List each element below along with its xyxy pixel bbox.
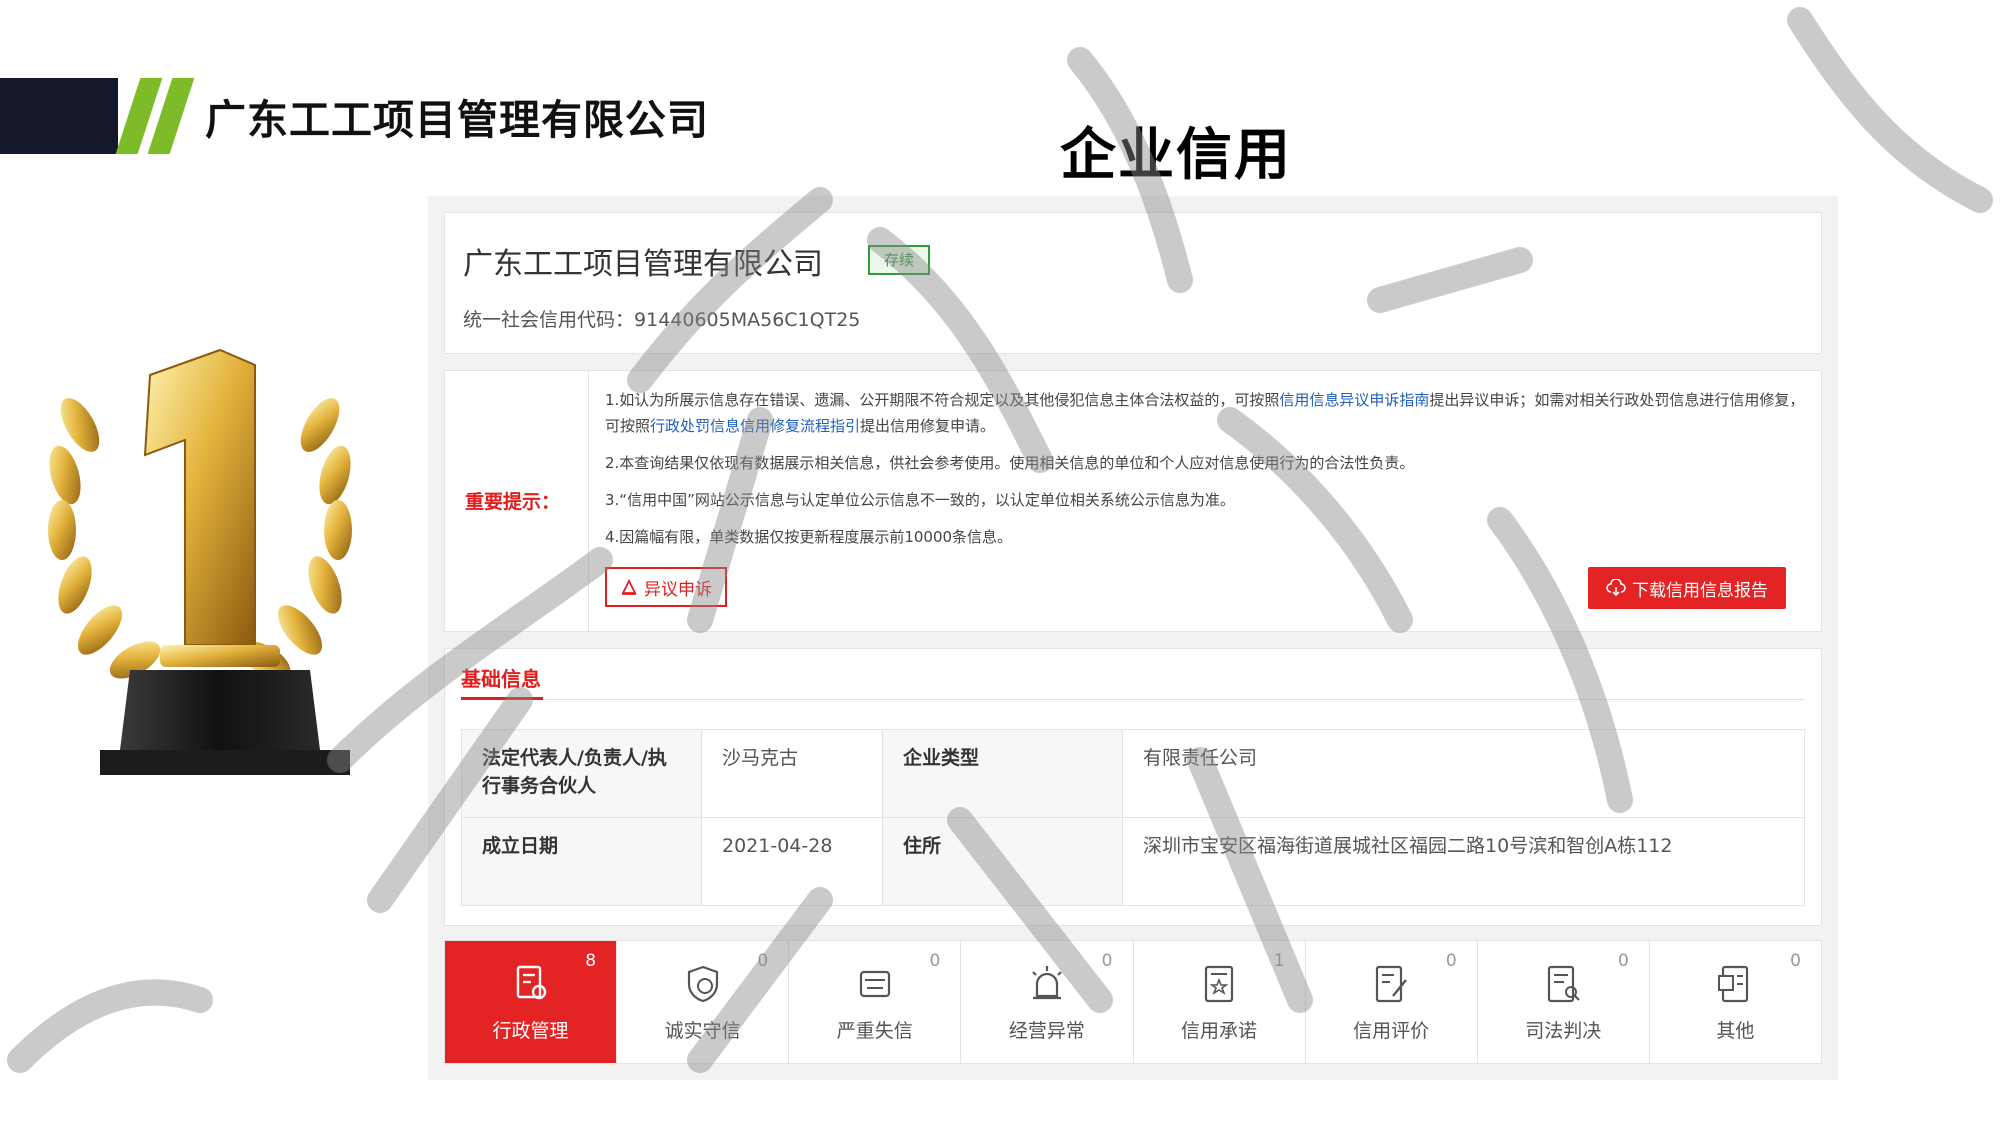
founded-date-value: 2021-04-28 bbox=[700, 817, 884, 906]
trophy-icon bbox=[48, 348, 352, 775]
notice-line-4: 4.因篇幅有限，单类数据仅按更新程度展示前10000条信息。 bbox=[605, 528, 1013, 546]
tab-other[interactable]: 0 其他 bbox=[1650, 941, 1821, 1063]
tab-honest[interactable]: 0 诚实守信 bbox=[617, 941, 790, 1063]
shield-credit-icon bbox=[687, 965, 718, 1002]
page-title: 企业信用 bbox=[1060, 123, 1292, 188]
legal-rep-value: 沙马克古 bbox=[700, 729, 884, 818]
credit-code-label: 统一社会信用代码： bbox=[463, 309, 635, 331]
tab-label: 诚实守信 bbox=[664, 1019, 741, 1042]
header-company-name: 广东工工项目管理有限公司 bbox=[205, 96, 709, 144]
tab-evaluation[interactable]: 0 信用评价 bbox=[1306, 941, 1478, 1063]
admin-doc-icon bbox=[516, 965, 546, 999]
tab-count: 0 bbox=[1618, 951, 1629, 971]
promise-doc-icon bbox=[1204, 965, 1234, 1002]
tab-dishonest[interactable]: 0 严重失信 bbox=[789, 941, 962, 1063]
cloud-download-icon bbox=[1606, 579, 1626, 597]
tab-count: 0 bbox=[1445, 951, 1457, 971]
credit-category-tabs: 8 行政管理 0 诚实守信 0 严重失信 0 经营异常 1 信用承诺 0 信用评… bbox=[444, 940, 1822, 1064]
address-value: 深圳市宝安区福海街道展城社区福园二路10号滨和智创A栋112 bbox=[1122, 817, 1805, 906]
founded-date-key: 成立日期 bbox=[461, 817, 702, 906]
table-row: 法定代表人/负责人/执行事务合伙人 沙马克古 企业类型 有限责任公司 bbox=[461, 729, 1805, 818]
appeal-button[interactable]: 异议申诉 bbox=[605, 567, 727, 607]
tab-count: 1 bbox=[1273, 951, 1285, 971]
basic-info-table: 法定代表人/负责人/执行事务合伙人 沙马克古 企业类型 有限责任公司 成立日期 … bbox=[461, 729, 1805, 906]
notice-line-1: 1.如认为所展示信息存在错误、遗漏、公开期限不符合规定以及其他侵犯信息主体合法权… bbox=[605, 387, 1805, 439]
notice-line-1-text-a: 1.如认为所展示信息存在错误、遗漏、公开期限不符合规定以及其他侵犯信息主体合法权… bbox=[605, 391, 1280, 409]
tab-label: 信用承诺 bbox=[1181, 1019, 1258, 1042]
tab-label: 其他 bbox=[1716, 1019, 1755, 1042]
download-button-label: 下载信用信息报告 bbox=[1632, 580, 1768, 601]
appeal-guide-link[interactable]: 信用信息异议申诉指南 bbox=[1279, 391, 1429, 409]
other-doc-icon bbox=[1718, 965, 1749, 1002]
tab-label: 经营异常 bbox=[1008, 1019, 1085, 1042]
tab-judgment[interactable]: 0 司法判决 bbox=[1478, 941, 1650, 1063]
credit-panel: 广东工工项目管理有限公司 存续 统一社会信用代码：91440605MA56C1Q… bbox=[428, 196, 1838, 1080]
tab-count: 0 bbox=[1790, 951, 1801, 971]
notice-line-3: 3.“信用中国”网站公示信息与认定单位公示信息不一致的，以认定单位相关系统公示信… bbox=[605, 491, 1235, 509]
tab-label: 严重失信 bbox=[836, 1019, 913, 1042]
tab-count: 0 bbox=[929, 951, 941, 971]
tab-abnormal[interactable]: 0 经营异常 bbox=[961, 941, 1134, 1063]
status-badge: 存续 bbox=[868, 245, 930, 275]
brand-bar bbox=[0, 78, 118, 154]
tab-label: 司法判决 bbox=[1525, 1019, 1602, 1042]
company-type-key: 企业类型 bbox=[882, 729, 1124, 818]
dishonest-icon bbox=[859, 970, 890, 997]
section-rule bbox=[461, 699, 1805, 700]
notice-card: 重要提示： 1.如认为所展示信息存在错误、遗漏、公开期限不符合规定以及其他侵犯信… bbox=[444, 370, 1822, 632]
company-header-card: 广东工工项目管理有限公司 存续 统一社会信用代码：91440605MA56C1Q… bbox=[444, 212, 1822, 354]
corp-name: 广东工工项目管理有限公司 bbox=[463, 247, 823, 282]
credit-code: 统一社会信用代码：91440605MA56C1QT25 bbox=[463, 305, 860, 332]
tab-label: 信用评价 bbox=[1353, 1019, 1430, 1042]
basic-info-card: 基础信息 法定代表人/负责人/执行事务合伙人 沙马克古 企业类型 有限责任公司 … bbox=[444, 648, 1822, 926]
tab-count: 8 bbox=[585, 951, 597, 971]
tab-count: 0 bbox=[757, 951, 769, 971]
judgment-icon bbox=[1548, 965, 1581, 1002]
notice-lines: 1.如认为所展示信息存在错误、遗漏、公开期限不符合规定以及其他侵犯信息主体合法权… bbox=[605, 387, 1805, 561]
appeal-icon bbox=[621, 578, 637, 595]
evaluation-icon bbox=[1376, 965, 1408, 1002]
section-underline bbox=[461, 697, 543, 700]
alarm-icon bbox=[1032, 965, 1062, 999]
notice-label: 重要提示： bbox=[465, 491, 561, 513]
download-report-button[interactable]: 下载信用信息报告 bbox=[1588, 567, 1786, 609]
appeal-button-label: 异议申诉 bbox=[644, 579, 712, 600]
tab-label: 行政管理 bbox=[492, 1019, 569, 1042]
tab-promise[interactable]: 1 信用承诺 bbox=[1134, 941, 1306, 1063]
credit-code-value: 91440605MA56C1QT25 bbox=[634, 309, 861, 331]
tab-count: 0 bbox=[1101, 951, 1113, 971]
tab-admin[interactable]: 8 行政管理 bbox=[445, 941, 618, 1063]
section-title: 基础信息 bbox=[461, 667, 541, 691]
legal-rep-key: 法定代表人/负责人/执行事务合伙人 bbox=[461, 729, 702, 818]
notice-line-2: 2.本查询结果仅依现有数据展示相关信息，供社会参考使用。使用相关信息的单位和个人… bbox=[605, 454, 1415, 472]
notice-label-cell: 重要提示： bbox=[445, 371, 589, 631]
notice-line-1-text-c: 提出信用修复申请。 bbox=[860, 417, 996, 435]
company-type-value: 有限责任公司 bbox=[1122, 729, 1805, 818]
repair-guide-link[interactable]: 行政处罚信息信用修复流程指引 bbox=[650, 417, 860, 435]
address-key: 住所 bbox=[882, 817, 1124, 906]
table-row: 成立日期 2021-04-28 住所 深圳市宝安区福海街道展城社区福园二路10号… bbox=[461, 817, 1805, 906]
